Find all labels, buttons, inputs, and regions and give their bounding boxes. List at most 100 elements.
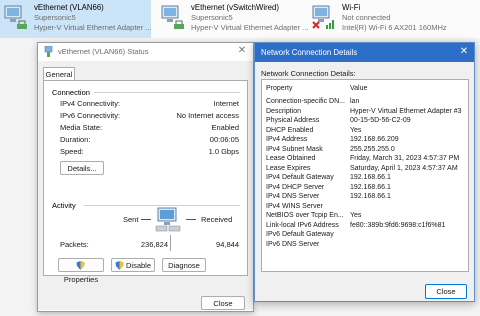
details-property: Lease Obtained — [266, 155, 316, 162]
details-row[interactable]: IPv4 Address 192.168.66.209 — [262, 135, 468, 144]
speed-label: Speed: — [60, 147, 84, 156]
details-title-bar[interactable]: Network Connection Details ✕ — [255, 43, 474, 62]
duration-value: 00:06:05 — [209, 135, 239, 144]
close-icon[interactable]: ✕ — [458, 46, 470, 58]
details-row[interactable]: Lease Obtained Friday, March 31, 2023 4:5… — [262, 154, 468, 163]
disable-button-label: Disable — [125, 261, 151, 270]
details-row[interactable]: NetBIOS over Tcpip En... Yes — [262, 211, 468, 220]
details-property: NetBIOS over Tcpip En... — [266, 212, 344, 219]
network-icon — [44, 46, 53, 57]
shield-icon — [76, 261, 84, 270]
details-value: fe80::389b:9fd6:9698:c1f6%81 — [350, 221, 446, 229]
ipv4-connectivity-label: IPv4 Connectivity: — [60, 99, 121, 108]
details-property: IPv4 WINS Server — [266, 202, 323, 210]
tab-general[interactable]: General — [43, 67, 75, 81]
diagnose-button[interactable]: Diagnose — [162, 258, 206, 272]
properties-button-label: Properties — [63, 275, 99, 284]
adapter-device: Hyper-V Virtual Ethernet Adapter ... — [191, 23, 309, 32]
column-header-property[interactable]: Property — [266, 84, 348, 93]
media-state-value: Enabled — [211, 123, 239, 132]
packets-divider — [170, 235, 171, 251]
details-value: 255.255.255.0 — [350, 145, 395, 153]
close-icon[interactable]: ✕ — [236, 45, 248, 57]
details-row[interactable]: IPv6 DNS Server — [262, 240, 468, 249]
details-property: IPv4 DNS Server — [266, 193, 320, 200]
details-row[interactable]: Description Hyper-V Virtual Ethernet Adap… — [262, 107, 468, 116]
details-row[interactable]: IPv4 DNS Server 192.168.66.1 — [262, 192, 468, 201]
details-header: Property Value — [262, 84, 468, 93]
details-row[interactable]: IPv4 WINS Server — [262, 202, 468, 211]
details-property: IPv4 Subnet Mask — [266, 145, 323, 153]
details-close-button[interactable]: Close — [425, 284, 467, 299]
details-property: IPv4 Default Gateway — [266, 174, 334, 181]
details-value: 192.168.66.1 — [350, 183, 391, 191]
details-row[interactable]: Connection-specific DN... lan — [262, 97, 468, 106]
ipv6-connectivity-label: IPv6 Connectivity: — [60, 111, 121, 120]
details-row[interactable]: IPv4 DHCP Server 192.168.66.1 — [262, 183, 468, 192]
details-list[interactable]: Property Value Connection-specific DN...… — [261, 79, 469, 272]
details-row[interactable]: Lease Expires Saturday, April 1, 2023 4:5… — [262, 164, 468, 173]
details-row[interactable]: Link-local IPv6 Address fe80::389b:9fd6:9… — [262, 221, 468, 230]
media-state-label: Media State: — [60, 123, 103, 132]
details-value: Friday, March 31, 2023 4:57:37 PM — [350, 155, 460, 162]
speed-value: 1.0 Gbps — [208, 147, 239, 156]
details-property: Link-local IPv6 Address — [266, 221, 339, 229]
adapter-name: vEthernet (VLAN66) — [34, 3, 104, 12]
adapter-list: vEthernet (VLAN66) Supersonic5 Hyper-V V… — [0, 0, 480, 38]
disable-button[interactable]: Disable — [111, 258, 155, 272]
details-value: Yes — [350, 126, 362, 134]
sent-label: Sent — [123, 215, 139, 224]
details-property: Lease Expires — [266, 164, 311, 172]
received-label: Received — [201, 215, 233, 224]
duration-label: Duration: — [60, 135, 91, 144]
adapter-name: vEthernet (vSwitchWired) — [191, 3, 279, 12]
details-property: Description — [266, 107, 302, 115]
column-header-value[interactable]: Value — [350, 84, 367, 93]
ethernet-adapter-icon — [4, 5, 27, 29]
details-property: Physical Address — [266, 117, 320, 124]
details-dialog: Network Connection Details ✕ Network Con… — [254, 42, 475, 302]
activity-group-label: Activity — [52, 201, 76, 210]
status-close-button[interactable]: Close — [201, 296, 245, 310]
adapter-wifi[interactable]: Wi-Fi Not connected Intel(R) Wi-Fi 6 AX2… — [308, 0, 480, 38]
adapter-device: Hyper-V Virtual Ethernet Adapter ... — [34, 23, 152, 32]
details-property: IPv6 Default Gateway — [266, 231, 334, 238]
ethernet-adapter-icon — [161, 5, 184, 29]
details-property: IPv4 Address — [266, 136, 308, 143]
details-value: 00-15-5D-56-C2-09 — [350, 117, 411, 124]
details-property: IPv4 DHCP Server — [266, 183, 325, 191]
details-value: Yes — [350, 212, 362, 219]
packets-sent-value: 236,824 — [140, 240, 168, 249]
status-dialog: vEthernet (VLAN66) Status ✕ General Conn… — [37, 42, 254, 312]
details-row[interactable]: Physical Address 00-15-5D-56-C2-09 — [262, 116, 468, 125]
packets-received-value: 94,844 — [216, 240, 239, 249]
details-row[interactable]: IPv6 Default Gateway — [262, 230, 468, 239]
ipv4-connectivity-value: Internet — [213, 99, 239, 108]
details-title: Network Connection Details — [261, 48, 358, 57]
details-value: lan — [350, 98, 360, 105]
adapter-network: Supersonic5 — [34, 13, 76, 22]
details-property: IPv6 DNS Server — [266, 240, 320, 248]
details-value: 192.168.66.209 — [350, 136, 399, 143]
status-title-bar[interactable]: vEthernet (VLAN66) Status ✕ — [38, 43, 253, 61]
adapter-vlan66[interactable]: vEthernet (VLAN66) Supersonic5 Hyper-V V… — [0, 0, 151, 38]
details-value: 192.168.66.1 — [350, 193, 391, 200]
shield-icon — [115, 261, 124, 270]
details-row[interactable]: IPv4 Subnet Mask 255.255.255.0 — [262, 145, 468, 154]
status-title: vEthernet (VLAN66) Status — [58, 47, 149, 56]
details-property: DHCP Enabled — [266, 126, 314, 134]
details-value: 192.168.66.1 — [350, 174, 391, 181]
details-value: Saturday, April 1, 2023 4:57:37 AM — [350, 164, 458, 172]
details-row[interactable]: DHCP Enabled Yes — [262, 126, 468, 135]
network-activity-icon — [155, 207, 181, 232]
adapter-device: Intel(R) Wi-Fi 6 AX201 160MHz — [342, 23, 447, 32]
details-row[interactable]: IPv4 Default Gateway 192.168.66.1 — [262, 173, 468, 182]
details-button[interactable]: Details... — [60, 161, 104, 175]
adapter-vswitchwired[interactable]: vEthernet (vSwitchWired) Supersonic5 Hyp… — [157, 0, 309, 38]
properties-button[interactable]: Properties — [58, 258, 104, 284]
general-panel: Connection IPv4 Connectivity: Internet I… — [43, 80, 248, 284]
packets-label: Packets: — [60, 240, 89, 249]
details-property: Connection-specific DN... — [266, 98, 345, 105]
connection-group-label: Connection — [52, 88, 90, 97]
ipv6-connectivity-value: No Internet access — [176, 111, 239, 120]
